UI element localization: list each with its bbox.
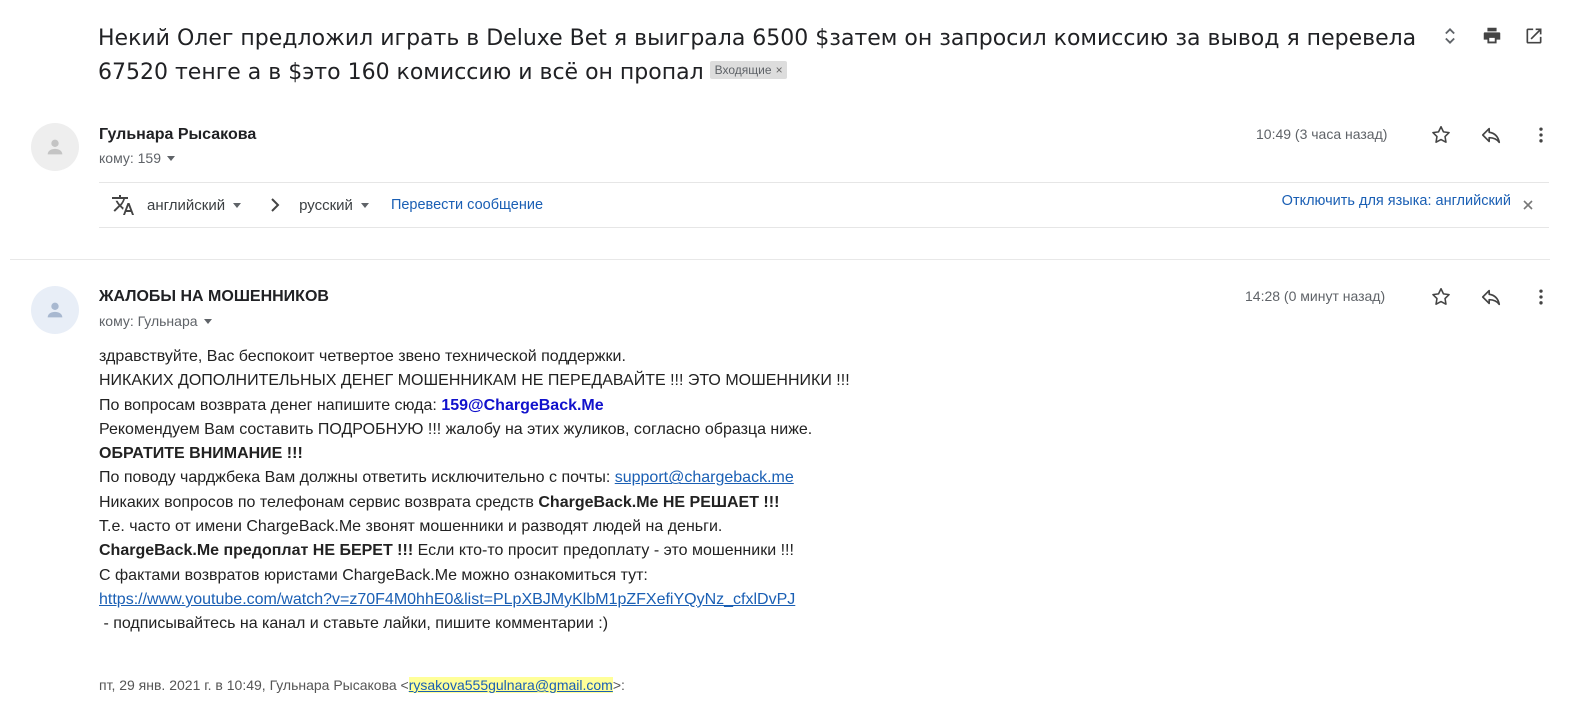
body-line: Рекомендуем Вам составить ПОДРОБНУЮ !!! … [99, 420, 813, 438]
reply-icon[interactable] [1479, 123, 1503, 147]
translate-bar: английский русский Перевести сообщение О… [99, 182, 1549, 228]
body-text: По поводу чарджбека Вам должны ответить … [99, 469, 615, 487]
source-language-label: английский [147, 196, 226, 214]
body-line: С фактами возвратов юристами ChargeBack.… [99, 566, 648, 584]
chevron-down-icon [360, 202, 369, 208]
message-timestamp: 14:28 (0 минут назад) [1245, 288, 1386, 304]
message-divider [10, 259, 1550, 260]
inbox-label-chip[interactable]: Входящие × [709, 61, 787, 79]
chevron-down-icon [167, 155, 175, 161]
body-line: https://www.youtube.com/watch?v=z70F4M0h… [99, 588, 1299, 612]
quote-suffix: >: [612, 677, 625, 693]
dash-text: - [99, 615, 114, 633]
message-sender[interactable]: ЖАЛОБЫ НА МОШЕННИКОВ [99, 288, 329, 306]
body-line: ОБРАТИТЕ ВНИМАНИЕ !!! [99, 442, 1299, 466]
sender-avatar[interactable] [31, 286, 79, 334]
message-timestamp: 10:49 (3 часа назад) [1256, 126, 1388, 142]
person-icon [47, 302, 63, 318]
unfold-icon[interactable] [1438, 24, 1462, 48]
star-icon[interactable] [1429, 285, 1453, 309]
body-line: НИКАКИХ ДОПОЛНИТЕЛЬНЫХ ДЕНЕГ МОШЕННИКАМ … [99, 372, 850, 390]
chevron-down-icon [233, 202, 242, 208]
support-email-link[interactable]: support@chargeback.me [615, 469, 794, 486]
thread-toolbar [1438, 24, 1546, 48]
chevron-down-icon [203, 318, 212, 324]
quote-prefix: пт, 29 янв. 2021 г. в 10:49, Гульнара Ры… [99, 677, 409, 693]
reply-icon[interactable] [1479, 285, 1503, 309]
body-text: Если кто-то просит предоплату - это моше… [413, 542, 794, 560]
person-icon [47, 139, 63, 155]
message-actions [1429, 123, 1553, 147]
quoted-email-link[interactable]: rysakova555gulnara@gmail.com [408, 677, 613, 693]
body-line: - подписывайтесь на канал и ставьте лайк… [99, 612, 1299, 636]
message-sender[interactable]: Гульнара Рысакова [99, 126, 256, 144]
recipient-details-toggle[interactable]: кому: 159 [99, 150, 175, 166]
quoted-header: пт, 29 янв. 2021 г. в 10:49, Гульнара Ры… [99, 677, 625, 693]
message-actions [1429, 285, 1553, 309]
chevron-right-icon [269, 197, 283, 213]
label-text: Входящие [714, 63, 772, 77]
body-line: здравствуйте, Вас беспокоит четвертое зв… [99, 348, 626, 365]
thread-subject: Некий Олег предложил играть в Deluxe Bet… [98, 22, 1428, 90]
recipient-text: кому: Гульнара [99, 313, 198, 329]
recipient-details-toggle[interactable]: кому: Гульнара [99, 313, 212, 329]
attention-heading: ОБРАТИТЕ ВНИМАНИЕ !!! [99, 445, 303, 463]
body-line: По вопросам возврата денег напишите сюда… [99, 394, 1299, 418]
body-text: подписывайтесь на канал и ставьте лайки,… [113, 615, 609, 633]
print-icon[interactable] [1480, 24, 1504, 48]
contact-email[interactable]: 159@ChargeBack.Me [441, 397, 603, 414]
body-line: По поводу чарджбека Вам должны ответить … [99, 466, 1299, 490]
thread-header: Некий Олег предложил играть в Deluxe Bet… [98, 22, 1428, 90]
bold-text: ChargeBack.Me предоплат НЕ БЕРЕТ !!! [99, 542, 414, 560]
more-vert-icon[interactable] [1529, 285, 1553, 309]
target-language-select[interactable]: русский [299, 197, 369, 214]
sender-avatar[interactable] [31, 123, 79, 171]
more-vert-icon[interactable] [1529, 123, 1553, 147]
translate-icon [111, 193, 135, 217]
star-icon[interactable] [1429, 123, 1453, 147]
youtube-link[interactable]: https://www.youtube.com/watch?v=z70F4M0h… [99, 591, 795, 608]
message-body: здравствуйте, Вас беспокоит четвертое зв… [99, 345, 1299, 637]
open-in-new-window-icon[interactable] [1522, 24, 1546, 48]
disable-translation-link[interactable]: Отключить для языка: английский [1282, 193, 1511, 209]
bold-text: ChargeBack.Me НЕ РЕШАЕТ !!! [538, 493, 780, 511]
source-language-select[interactable]: английский [147, 196, 242, 214]
body-line: Никаких вопросов по телефонам сервис воз… [99, 491, 1299, 515]
recipient-text: кому: 159 [99, 150, 161, 166]
body-line: ChargeBack.Me предоплат НЕ БЕРЕТ !!! Есл… [99, 539, 1299, 563]
remove-label-button[interactable]: × [776, 63, 783, 77]
close-icon[interactable] [1523, 200, 1533, 210]
body-text: Никаких вопросов по телефонам сервис воз… [99, 493, 539, 511]
translate-message-link[interactable]: Перевести сообщение [391, 197, 543, 213]
body-text: По вопросам возврата денег напишите сюда… [99, 396, 442, 414]
target-language-label: русский [299, 196, 353, 214]
body-line: Т.е. часто от имени ChargeBack.Me звонят… [99, 518, 723, 536]
